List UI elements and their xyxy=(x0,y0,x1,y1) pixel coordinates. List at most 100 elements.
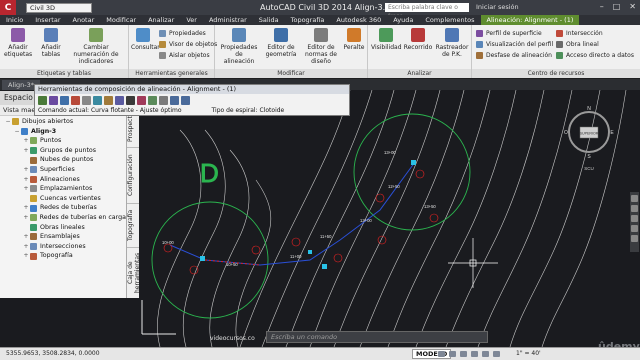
tab-administrar[interactable]: Administrar xyxy=(203,15,253,25)
tree-item[interactable]: − Align-3 xyxy=(0,127,126,137)
grid-icon[interactable] xyxy=(438,351,445,357)
zoom-icon[interactable] xyxy=(631,205,638,212)
spiral-icon[interactable] xyxy=(126,95,135,105)
break-apart-icon[interactable] xyxy=(82,95,91,105)
superelevation-button[interactable]: Peralte xyxy=(343,28,365,51)
annotation-scale[interactable]: 1" = 40' xyxy=(516,350,541,357)
tree-item[interactable]: + Alineaciones xyxy=(0,175,126,185)
showmotion-icon[interactable] xyxy=(631,225,638,232)
tree-item[interactable]: − Dibujos abiertos xyxy=(0,117,126,127)
tab-autodesk360[interactable]: Autodesk 360 xyxy=(330,15,387,25)
expand-toggle-icon[interactable]: + xyxy=(22,184,30,194)
tree-item[interactable]: + Superficies xyxy=(0,165,126,175)
general-panel-title[interactable]: Herramientas generales xyxy=(129,69,214,78)
polar-icon[interactable] xyxy=(471,351,478,357)
sub-entity-icon[interactable] xyxy=(159,95,168,105)
insert-pi-icon[interactable] xyxy=(60,95,69,105)
expand-toggle-icon[interactable]: + xyxy=(22,175,30,185)
workspace-select[interactable]: Civil 3D xyxy=(26,2,92,13)
wcs-label[interactable]: SCU xyxy=(584,166,594,171)
snap-icon[interactable] xyxy=(449,351,456,357)
osnap-icon[interactable] xyxy=(482,351,489,357)
expand-toggle-icon[interactable]: + xyxy=(22,165,30,175)
tab-ver[interactable]: Ver xyxy=(180,15,203,25)
line-icon[interactable] xyxy=(93,95,102,105)
profile-view-button[interactable]: Visualización del perfil xyxy=(476,41,553,48)
tab-ayuda[interactable]: Ayuda xyxy=(387,15,419,25)
tangent-icon[interactable] xyxy=(38,95,47,105)
sign-in-link[interactable]: Iniciar sesión xyxy=(476,3,519,11)
isolate-button[interactable]: Aislar objetos xyxy=(159,52,210,59)
redo-icon[interactable] xyxy=(181,95,190,105)
visibility-button[interactable]: Visibilidad xyxy=(371,28,402,51)
object-viewer-button[interactable]: Visor de objetos xyxy=(159,41,217,48)
orbit-icon[interactable] xyxy=(631,215,638,222)
expand-toggle-icon[interactable]: + xyxy=(22,203,30,213)
steering-wheel-icon[interactable] xyxy=(631,235,638,242)
grid-view-icon[interactable] xyxy=(148,95,157,105)
surface-profile-button[interactable]: Perfil de superficie xyxy=(476,30,542,37)
corridor-button[interactable]: Obra lineal xyxy=(556,41,599,48)
tree-item[interactable]: Obras lineales xyxy=(0,223,126,233)
floating-curve-icon[interactable] xyxy=(115,95,124,105)
expand-toggle-icon[interactable]: + xyxy=(22,242,30,252)
tree-item[interactable]: + Puntos xyxy=(0,136,126,146)
intersection-button[interactable]: Intersección xyxy=(556,30,603,37)
tree-item[interactable]: + Grupos de puntos xyxy=(0,146,126,156)
reverse-icon[interactable] xyxy=(137,95,146,105)
app-logo[interactable]: C xyxy=(0,0,16,15)
data-shortcut-button[interactable]: Acceso directo a datos xyxy=(556,52,634,59)
renumber-button[interactable]: Cambiar numeración de indicadores xyxy=(66,28,126,65)
ortho-icon[interactable] xyxy=(460,351,467,357)
fixed-curve-icon[interactable] xyxy=(104,95,113,105)
pan-icon[interactable] xyxy=(631,195,638,202)
add-labels-button[interactable]: Añadir etiquetas xyxy=(4,28,32,58)
tab-alignment-context[interactable]: Alineación: Alignment - (1) xyxy=(480,15,580,25)
search-input[interactable]: Escriba palabra clave o frase xyxy=(385,3,469,20)
tab-modificar[interactable]: Modificar xyxy=(100,15,142,25)
properties-button[interactable]: Propiedades xyxy=(159,30,206,37)
tree-item[interactable]: + Redes de tuberías en carga xyxy=(0,213,126,223)
route-button[interactable]: Recorrido xyxy=(403,28,433,51)
tree-item[interactable]: + Emplazamientos xyxy=(0,184,126,194)
tab-survey[interactable]: Topografía xyxy=(127,203,139,247)
viewcube[interactable]: SUPERIOR N E S O SCU xyxy=(564,106,614,171)
offset-alignment-button[interactable]: Desfase de alineación xyxy=(476,52,552,59)
analyze-panel-title[interactable]: Analizar xyxy=(368,69,471,78)
curve-icon[interactable] xyxy=(49,95,58,105)
expand-toggle-icon[interactable]: + xyxy=(22,146,30,156)
annotation-icon[interactable] xyxy=(493,351,500,357)
expand-toggle-icon[interactable]: + xyxy=(22,136,30,146)
tab-toolbox[interactable]: Caja de herramientas xyxy=(127,247,139,298)
station-tracker-button[interactable]: Rastreador de P.K. xyxy=(435,28,469,58)
expand-toggle-icon[interactable]: + xyxy=(22,251,30,261)
maximize-icon[interactable]: □ xyxy=(613,2,621,11)
add-tables-button[interactable]: Añadir tablas xyxy=(38,28,64,58)
tab-anotar[interactable]: Anotar xyxy=(67,15,101,25)
resources-panel-title[interactable]: Centro de recursos xyxy=(472,69,640,78)
tab-complementos[interactable]: Complementos xyxy=(419,15,480,25)
tab-settings[interactable]: Configuración xyxy=(127,147,139,203)
expand-toggle-icon[interactable]: + xyxy=(22,213,30,223)
tree-item[interactable]: + Ensamblajes xyxy=(0,232,126,242)
alignment-properties-button[interactable]: Propiedades de alineación xyxy=(219,28,259,65)
command-line[interactable]: Escriba un comando xyxy=(266,331,488,343)
tree-item[interactable]: + Intersecciones xyxy=(0,242,126,252)
tab-salida[interactable]: Salida xyxy=(253,15,285,25)
minimize-icon[interactable]: – xyxy=(600,2,604,11)
tree-item[interactable]: Nubes de puntos xyxy=(0,155,126,165)
delete-pi-icon[interactable] xyxy=(71,95,80,105)
tab-topografia[interactable]: Topografía xyxy=(285,15,331,25)
close-icon[interactable]: ✕ xyxy=(629,2,636,11)
query-button[interactable]: Consultar xyxy=(131,28,160,51)
geometry-editor-button[interactable]: Editor de geometría xyxy=(263,28,299,58)
labels-panel-title[interactable]: Etiquetas y tablas xyxy=(0,69,128,78)
modify-panel-title[interactable]: Modificar xyxy=(215,69,367,78)
tree-item[interactable]: Cuencas vertientes xyxy=(0,194,126,204)
tree-item[interactable]: + Topografía xyxy=(0,251,126,261)
tab-insertar[interactable]: Insertar xyxy=(29,15,66,25)
tab-analizar[interactable]: Analizar xyxy=(142,15,180,25)
undo-icon[interactable] xyxy=(170,95,179,105)
tab-inicio[interactable]: Inicio xyxy=(0,15,29,25)
expand-toggle-icon[interactable]: + xyxy=(22,232,30,242)
